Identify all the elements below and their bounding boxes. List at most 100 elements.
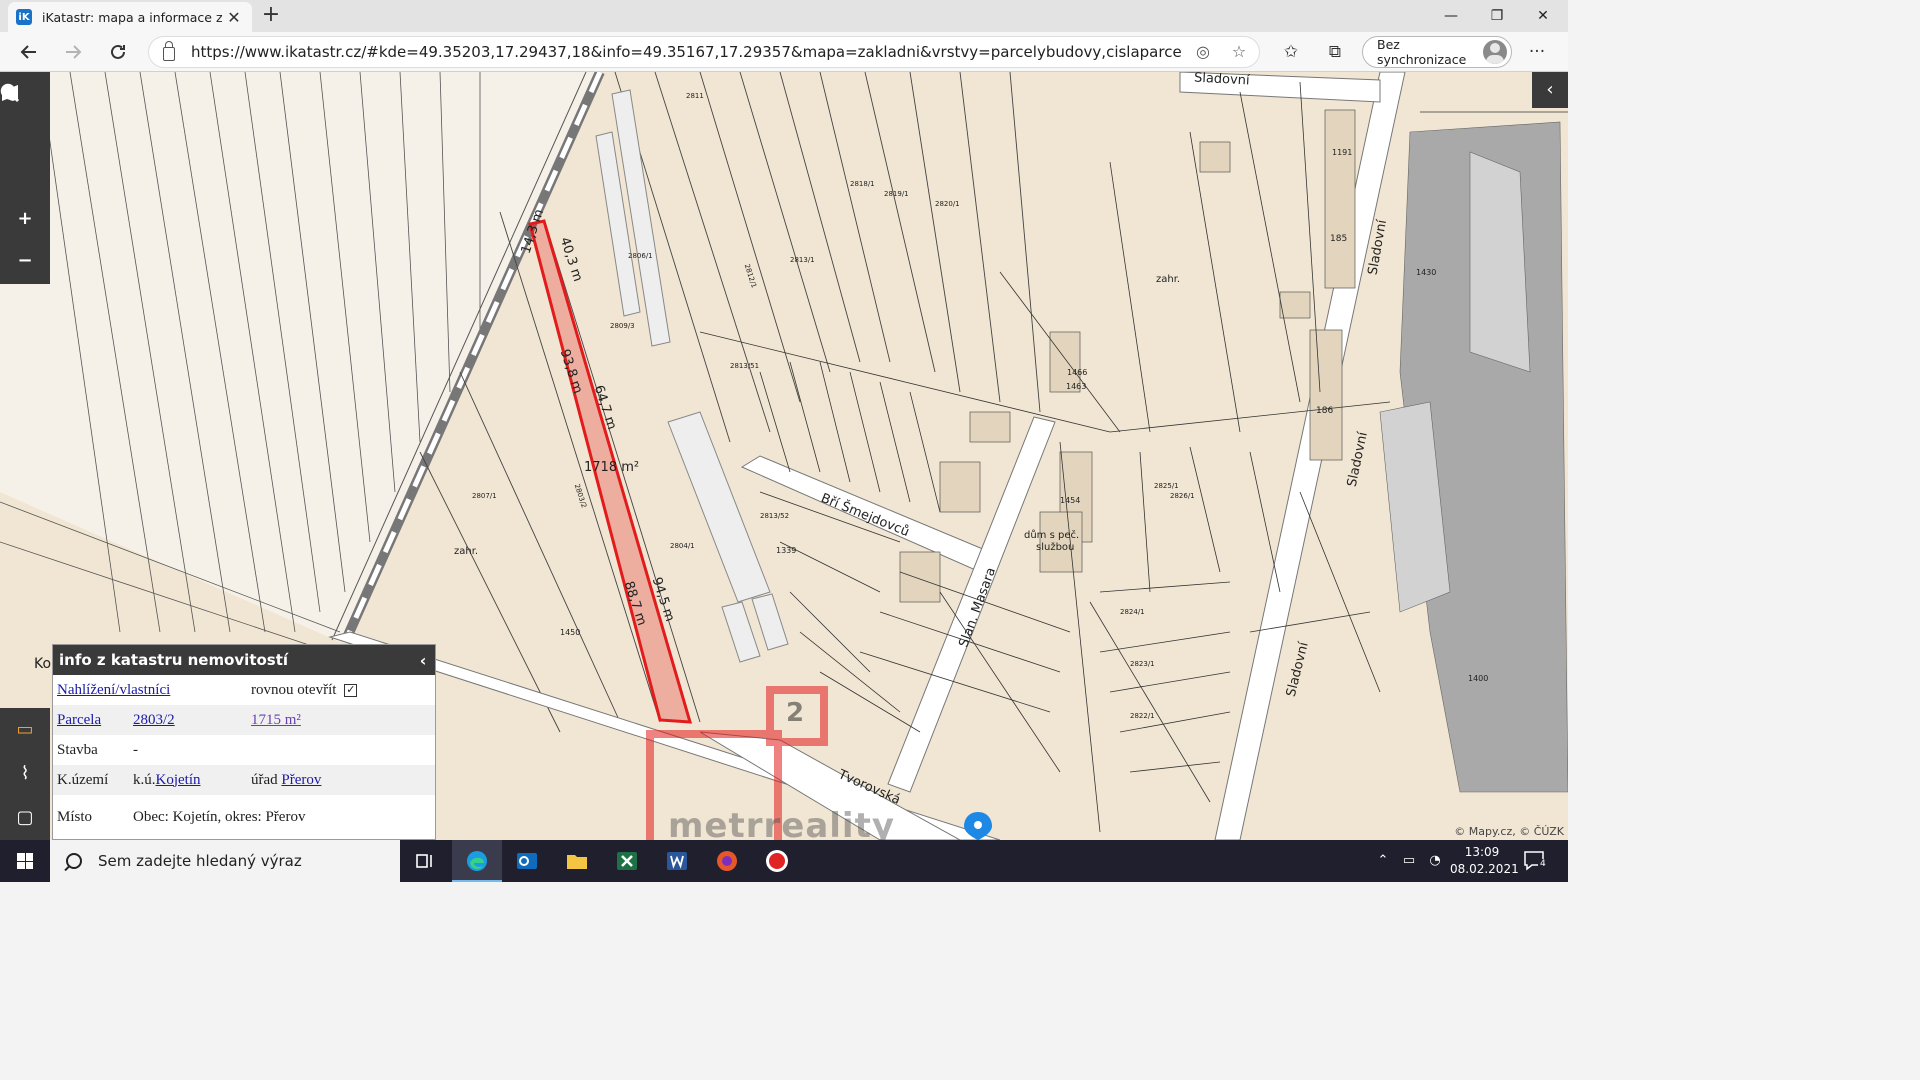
parcel-number: 2818/1 xyxy=(850,180,875,188)
parcel-number: 1339 xyxy=(776,546,797,555)
sync-button[interactable]: Bez synchronizace xyxy=(1362,36,1512,68)
stavba-value: - xyxy=(133,741,138,758)
refresh-button[interactable] xyxy=(103,38,133,66)
search-icon xyxy=(66,853,82,869)
parcel-number-link[interactable]: 2803/2 xyxy=(133,712,175,728)
arrow-right-icon xyxy=(66,45,82,59)
windows-taskbar: Sem zadejte hledaný výraz ⌃ ▭ ◔ 13:09 08… xyxy=(0,840,1568,882)
forward-button[interactable] xyxy=(58,38,88,66)
zoom-in-icon[interactable]: + xyxy=(0,198,50,240)
url-text[interactable]: https://www.ikatastr.cz/#kde=49.35203,17… xyxy=(191,43,1181,61)
browser-tab-bar: iK iKatastr: mapa a informace z KN ✕ + —… xyxy=(0,0,1568,32)
browser-tab[interactable]: iK iKatastr: mapa a informace z KN ✕ xyxy=(8,2,252,32)
map-copyright: © Mapy.cz, © ČÚZK xyxy=(1454,825,1564,838)
panel-collapse-icon[interactable]: ‹ xyxy=(1532,72,1568,108)
star-plus-icon[interactable]: ☆ xyxy=(1225,38,1253,66)
info-panel: info z katastru nemovitostí ‹ Nahlížení/… xyxy=(52,644,436,840)
parcel-area-label: 1718 m² xyxy=(584,460,640,475)
location-icon[interactable]: ◎ xyxy=(1189,38,1217,66)
network-icon[interactable]: ▭ xyxy=(1396,840,1422,882)
urad-label: úřad xyxy=(251,771,278,788)
parcel-number: 2811 xyxy=(686,92,704,100)
map-label: zahr. xyxy=(1156,274,1181,285)
lock-icon xyxy=(163,41,175,61)
comment-icon[interactable]: ▭ xyxy=(0,708,50,752)
back-button[interactable] xyxy=(14,38,44,66)
notification-icon[interactable]: 4 xyxy=(1522,849,1548,873)
clock-time: 13:09 xyxy=(1464,845,1500,859)
measure-icon[interactable]: ⌇ xyxy=(0,752,50,796)
parcel-number: 2813/52 xyxy=(760,512,790,520)
map-icon[interactable] xyxy=(0,85,50,156)
refresh-icon xyxy=(111,44,125,59)
parcela-link[interactable]: Parcela xyxy=(57,712,101,728)
parcel-number: 1430 xyxy=(1416,268,1437,277)
kuzemi-label: K.území xyxy=(57,771,109,788)
area-icon[interactable]: ▢ xyxy=(0,796,50,840)
tab-close-icon[interactable]: ✕ xyxy=(224,8,244,27)
parcel-number: 1466 xyxy=(1067,368,1088,377)
zoom-out-icon[interactable]: − xyxy=(0,240,50,282)
file-explorer-icon[interactable] xyxy=(552,840,602,882)
more-icon[interactable]: ··· xyxy=(1522,38,1552,66)
minimize-icon[interactable]: — xyxy=(1428,4,1474,28)
parcel-number: 2804/1 xyxy=(670,542,695,550)
parcel-number: 2809/3 xyxy=(610,322,635,330)
parcel-number: 1454 xyxy=(1060,496,1081,505)
parcel-number: 2825/1 xyxy=(1154,482,1179,490)
map-label: zahr. xyxy=(454,546,479,557)
excel-icon[interactable] xyxy=(602,840,652,882)
misto-value: Obec: Kojetín, okres: Přerov xyxy=(133,808,306,825)
kuzemi-link[interactable]: Kojetín xyxy=(156,772,201,788)
new-tab-button[interactable]: + xyxy=(258,4,284,28)
start-button[interactable] xyxy=(0,840,50,882)
word-icon[interactable] xyxy=(652,840,702,882)
tab-title: iKatastr: mapa a informace z KN xyxy=(42,9,224,25)
parcel-area-link[interactable]: 1715 m² xyxy=(251,712,301,728)
edge-icon[interactable] xyxy=(452,840,502,882)
outlook-icon[interactable] xyxy=(502,840,552,882)
maximize-icon[interactable]: ❐ xyxy=(1474,4,1520,28)
info-panel-header: info z katastru nemovitostí ‹ xyxy=(53,645,435,675)
parcel-number: 2813/51 xyxy=(730,362,760,370)
info-row-kuzemi: K.území k.ú.Kojetín úřad Přerov xyxy=(53,765,435,795)
arrow-left-icon xyxy=(20,45,36,59)
locate-icon[interactable] xyxy=(0,85,50,198)
app-s-icon[interactable] xyxy=(752,840,802,882)
info-row-nahlizeni: Nahlížení/vlastníci rovnou otevřít ✓ xyxy=(53,675,435,705)
parcel-number: 1450 xyxy=(560,628,581,637)
chevron-up-icon[interactable]: ⌃ xyxy=(1370,840,1396,882)
task-view-icon[interactable] xyxy=(400,840,450,882)
open-directly-label: rovnou otevřít xyxy=(251,681,337,698)
taskbar-search-placeholder: Sem zadejte hledaný výraz xyxy=(98,852,302,870)
watermark-number: 2 xyxy=(786,698,805,728)
parcel-number: 2826/1 xyxy=(1170,492,1195,500)
favorites-icon[interactable]: ✩ xyxy=(1276,38,1306,66)
window-close-icon[interactable]: ✕ xyxy=(1520,4,1566,28)
parcel-number: 186 xyxy=(1316,406,1334,416)
taskbar-clock[interactable]: 13:09 08.02.2021 xyxy=(1450,844,1519,878)
taskbar-search[interactable]: Sem zadejte hledaný výraz xyxy=(50,840,400,882)
map-bottom-toolbar: ▭ ⌇ ▢ xyxy=(0,708,50,840)
clock-date: 08.02.2021 xyxy=(1450,862,1519,876)
urad-link[interactable]: Přerov xyxy=(281,772,321,788)
map-label: Ko xyxy=(34,656,52,672)
parcel-number: 1191 xyxy=(1332,148,1353,157)
info-panel-title: info z katastru nemovitostí xyxy=(59,651,289,669)
parcel-number: 2819/1 xyxy=(884,190,909,198)
open-directly-checkbox[interactable]: ✓ xyxy=(344,683,358,697)
collections-icon[interactable]: ⧉ xyxy=(1320,38,1350,66)
info-row-stavba: Stavba - xyxy=(53,735,435,765)
url-bar[interactable]: https://www.ikatastr.cz/#kde=49.35203,17… xyxy=(148,36,1260,68)
info-row-parcela: Parcela 2803/2 1715 m² xyxy=(53,705,435,735)
cadastral-map[interactable]: 14,3 m 40,3 m 93,8 m 64,7 m 1718 m² 88,7… xyxy=(0,72,1568,840)
parcel-number: 1400 xyxy=(1468,674,1489,683)
kuzemi-prefix: k.ú. xyxy=(133,771,156,788)
nahlizeni-link[interactable]: Nahlížení/vlastníci xyxy=(57,682,170,698)
sync-label: Bez synchronizace xyxy=(1377,37,1467,67)
firefox-icon[interactable] xyxy=(702,840,752,882)
wifi-icon[interactable]: ◔ xyxy=(1422,840,1448,882)
chevron-left-icon[interactable]: ‹ xyxy=(411,651,435,670)
parcel-number: 1463 xyxy=(1066,382,1087,391)
map-label: dům s peč. xyxy=(1024,530,1080,541)
